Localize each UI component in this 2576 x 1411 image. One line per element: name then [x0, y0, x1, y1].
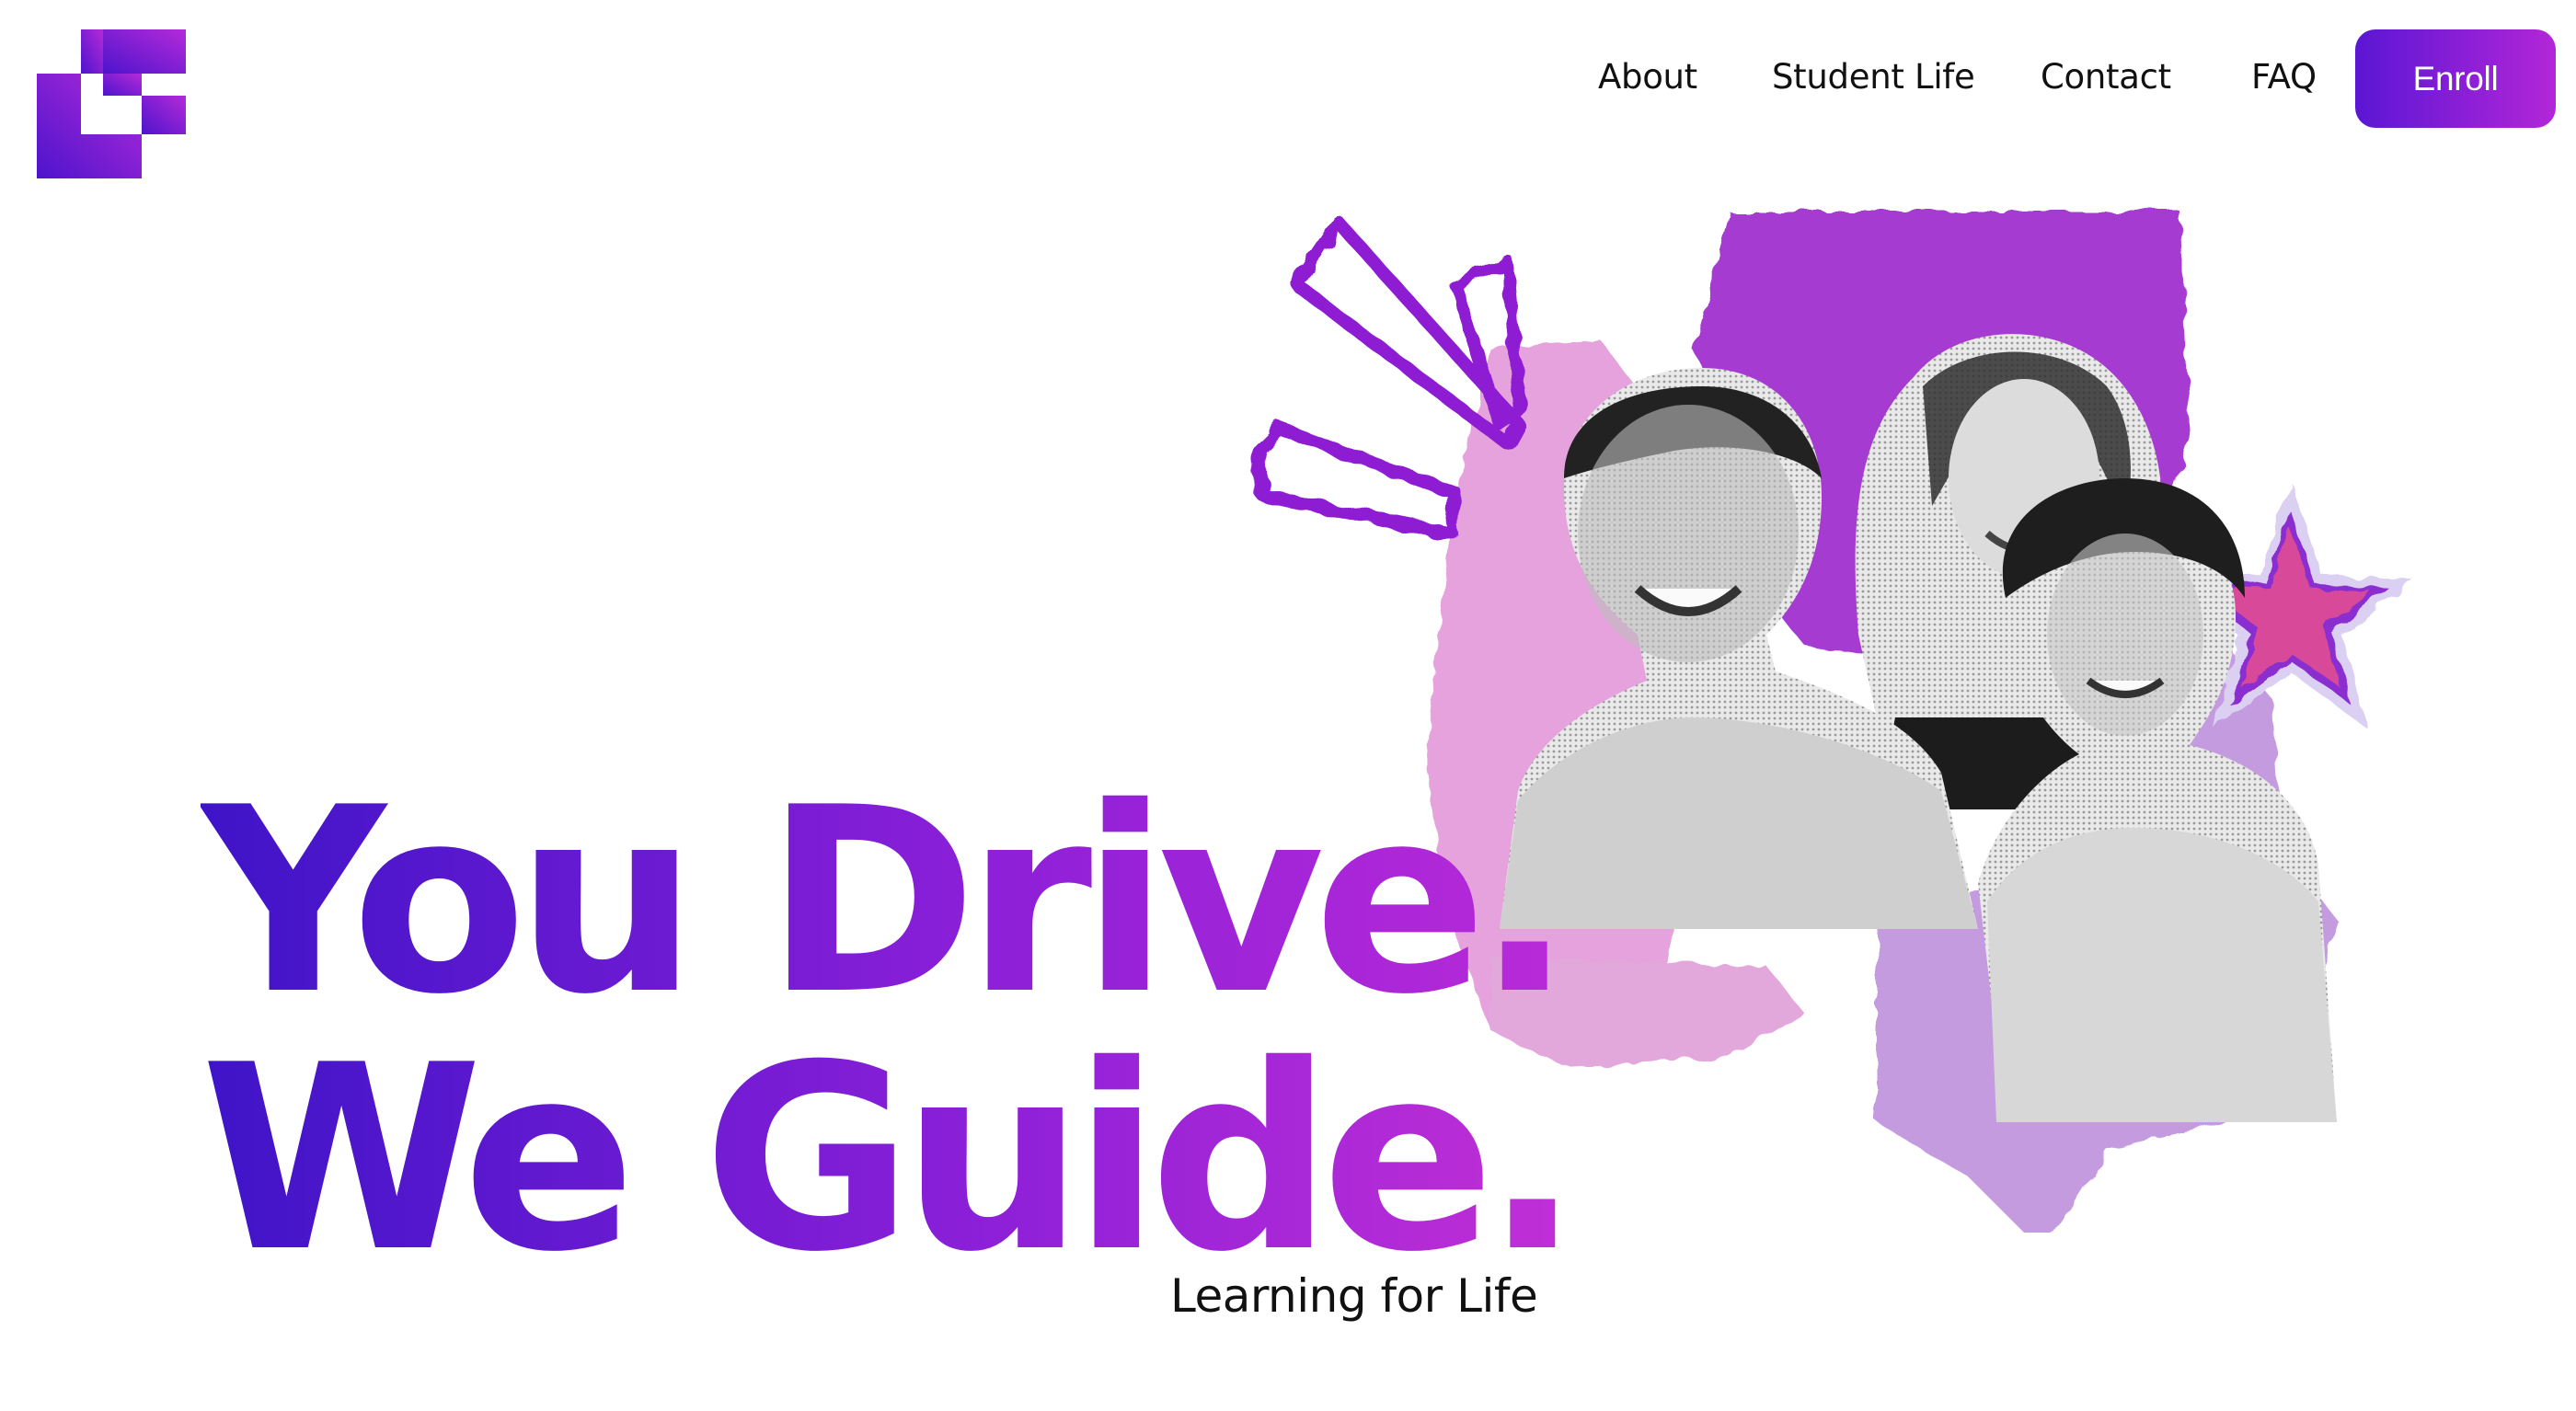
hero-tagline: Learning for Life — [1170, 1269, 1538, 1323]
nav-about-link[interactable]: About — [1598, 57, 1697, 97]
nav-faq-link[interactable]: FAQ — [2251, 57, 2317, 97]
nav-contact-link[interactable]: Contact — [2041, 57, 2171, 97]
nav-student-life-link[interactable]: Student Life — [1772, 57, 1975, 97]
headline-line-1: You Drive. — [201, 773, 1573, 1030]
hero-headline: You Drive. We Guide. — [201, 773, 1581, 1308]
main-nav: About Student Life Contact FAQ Enroll — [0, 0, 2576, 156]
enroll-button[interactable]: Enroll — [2355, 29, 2556, 128]
headline-line-2: We Guide. — [201, 1010, 1581, 1308]
